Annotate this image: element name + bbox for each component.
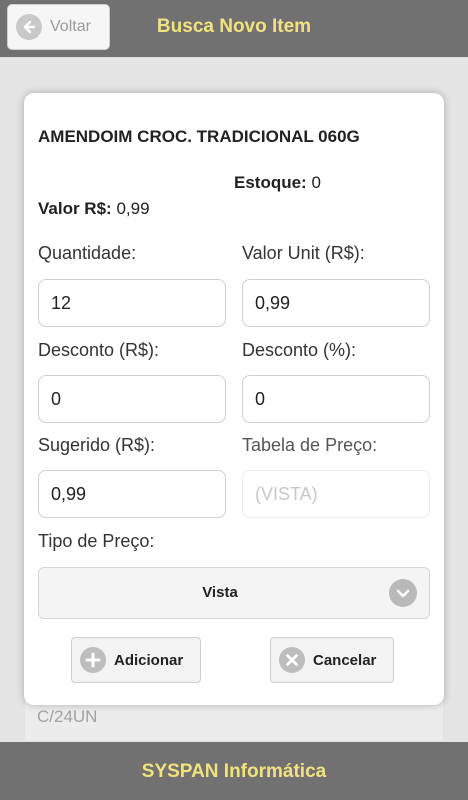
- price-type-select[interactable]: Vista: [38, 567, 430, 619]
- price-type-selected: Vista: [202, 584, 238, 601]
- price-table-input: (VISTA): [242, 470, 430, 518]
- add-item-dialog: AMENDOIM CROC. TRADICIONAL 060G Estoque:…: [24, 93, 444, 705]
- product-name: AMENDOIM CROC. TRADICIONAL 060G: [38, 127, 360, 146]
- background-list-item-text: C/24UN: [37, 707, 98, 726]
- stock-label: Estoque:: [234, 173, 307, 192]
- suggested-price-input[interactable]: 0,99: [38, 470, 226, 518]
- price-label: Valor R$:: [38, 199, 112, 218]
- cancel-button[interactable]: Cancelar: [270, 637, 394, 683]
- quantity-label: Quantidade:: [38, 243, 137, 263]
- page-title: Busca Novo Item: [156, 16, 312, 37]
- stock-value: 0: [311, 173, 321, 192]
- price-type-label: Tipo de Preço:: [38, 531, 155, 551]
- price-table-label: Tabela de Preço:: [242, 435, 378, 455]
- chevron-down-icon: [389, 579, 417, 607]
- suggested-price-label: Sugerido (R$):: [38, 435, 156, 455]
- price-info: Valor R$: 0,99: [38, 199, 150, 219]
- discount-percent-label: Desconto (%):: [242, 340, 357, 360]
- close-icon: [279, 647, 305, 673]
- price-value: 0,99: [116, 199, 150, 218]
- quantity-input[interactable]: 12: [38, 279, 226, 327]
- stock-info: Estoque: 0: [234, 173, 321, 193]
- discount-value-input[interactable]: 0: [38, 375, 226, 423]
- discount-value-label: Desconto (R$):: [38, 340, 160, 360]
- footer-text: SYSPAN Informática: [141, 761, 327, 782]
- app-header: Voltar Busca Novo Item: [0, 0, 468, 57]
- plus-icon: [80, 647, 106, 673]
- cancel-button-label: Cancelar: [313, 651, 377, 669]
- discount-percent-input[interactable]: 0: [242, 375, 430, 423]
- add-button[interactable]: Adicionar: [71, 637, 201, 683]
- add-button-label: Adicionar: [114, 651, 184, 669]
- unit-price-input[interactable]: 0,99: [242, 279, 430, 327]
- app-footer: SYSPAN Informática: [0, 742, 468, 800]
- unit-price-label: Valor Unit (R$):: [242, 243, 365, 263]
